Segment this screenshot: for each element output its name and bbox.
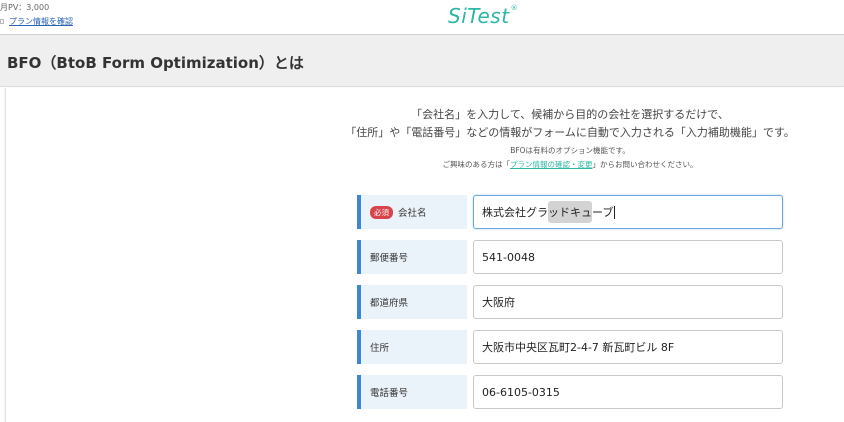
contact-note-post: 」からお問い合わせください。 (592, 160, 698, 169)
field-label: 会社名 (398, 208, 427, 219)
form-row-company: 必須 会社名 株式会社グラ ッドキュ ーブ (357, 195, 783, 229)
company-name-input[interactable]: 株式会社グラ ッドキュ ーブ (473, 195, 783, 229)
postal-code-input[interactable]: 541-0048 (473, 240, 783, 274)
field-label: 電話番号 (370, 388, 409, 399)
prefecture-label: 都道府県 (357, 285, 467, 319)
plan-info-link[interactable]: プラン情報を確認 (9, 16, 73, 27)
required-badge: 必須 (370, 205, 393, 219)
input-text-c: ーブ (592, 206, 614, 219)
field-label: 住所 (370, 343, 390, 354)
postal-code-label: 郵便番号 (357, 240, 467, 274)
option-note: BFOは有料のオプション機能です。 (510, 146, 630, 155)
form-row-address: 住所 大阪市中央区瓦町2-4-7 新瓦町ビル 8F (357, 330, 783, 364)
intro-line-1: 「会社名」を入力して、候補から目的の会社を選択するだけで、 (411, 108, 729, 121)
input-text-a: 株式会社グラ (482, 206, 548, 219)
phone-label: 電話番号 (357, 375, 467, 409)
registered-mark: ® (510, 4, 518, 12)
square-icon (0, 19, 4, 24)
intro-line-2: 「住所」や「電話番号」などの情報がフォームに自動で入力される「入力補助機能」です… (345, 126, 795, 139)
form-row-phone: 電話番号 06-6105-0315 (357, 375, 783, 409)
input-text: 大阪市中央区瓦町2-4-7 新瓦町ビル 8F (482, 341, 675, 354)
input-text: 大阪府 (482, 296, 515, 309)
prefecture-input[interactable]: 大阪府 (473, 285, 783, 319)
field-label: 都道府県 (370, 298, 409, 309)
contact-note: ご興味のある方は「プラン情報の確認・変更」からお問い合わせください。 (340, 159, 800, 170)
company-name-label: 必須 会社名 (357, 195, 467, 229)
phone-input[interactable]: 06-6105-0315 (473, 375, 783, 409)
monthly-pv: 月PV：3,000 (0, 3, 50, 12)
address-input[interactable]: 大阪市中央区瓦町2-4-7 新瓦町ビル 8F (473, 330, 783, 364)
sitest-logo[interactable]: SiTest ® (448, 3, 518, 29)
input-text: 541-0048 (482, 250, 535, 264)
contact-note-pre: ご興味のある方は「 (442, 160, 511, 169)
address-label: 住所 (357, 330, 467, 364)
plan-info-row: プラン情報を確認 (0, 16, 73, 27)
form-row-postal: 郵便番号 541-0048 (357, 240, 783, 274)
logo-text: SiTest (448, 4, 510, 28)
plan-change-link[interactable]: プラン情報の確認・変更 (510, 160, 593, 169)
field-label: 郵便番号 (370, 253, 409, 264)
top-bar: 月PV：3,000 プラン情報を確認 SiTest ® (0, 0, 844, 35)
form-row-prefecture: 都道府県 大阪府 (357, 285, 783, 319)
input-text-highlight: ッドキュ (548, 201, 592, 223)
page-title: BFO（BtoB Form Optimization）とは (7, 54, 304, 72)
input-text: 06-6105-0315 (482, 385, 560, 399)
text-caret (614, 205, 616, 219)
title-bar: BFO（BtoB Form Optimization）とは (0, 35, 844, 87)
